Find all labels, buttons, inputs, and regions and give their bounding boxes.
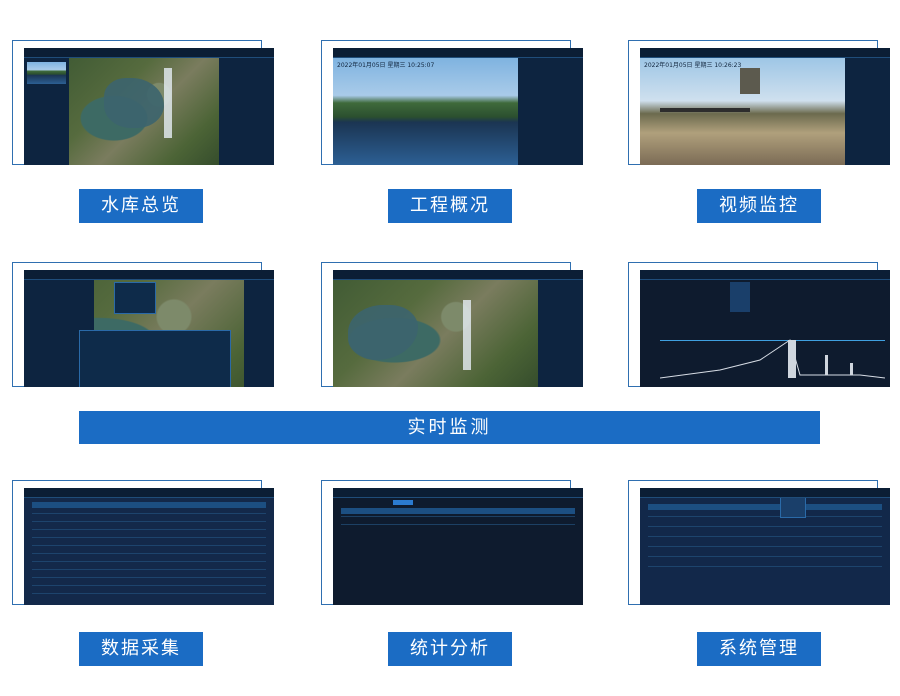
label-data-collection: 数据采集 [79,632,203,666]
label-reservoir-overview: 水库总览 [79,189,203,223]
screenshot-video-monitoring: 2022年01月05日 星期三 10:26:23 [640,48,890,165]
screenshot-system-management [640,488,890,605]
screenshot-project-overview: 2022年01月05日 星期三 10:25:07 [333,48,583,165]
tile-realtime-profile[interactable] [628,262,890,392]
screenshot-statistics [333,488,583,605]
section-banner-realtime-monitoring: 实时监测 [79,411,820,444]
tile-data-collection[interactable] [12,480,274,610]
screenshot-realtime-map-panel [24,270,274,387]
label-project-overview: 工程概况 [388,189,512,223]
screenshot-realtime-map [333,270,583,387]
label-video-monitoring: 视频监控 [697,189,821,223]
tile-project-overview[interactable]: 2022年01月05日 星期三 10:25:07 [321,40,583,170]
screenshot-realtime-profile [640,270,890,387]
tile-system-management[interactable] [628,480,890,610]
label-statistics: 统计分析 [388,632,512,666]
tile-statistics[interactable] [321,480,583,610]
tile-reservoir-overview[interactable] [12,40,274,170]
screenshot-reservoir-overview [24,48,274,165]
tile-realtime-map[interactable] [321,262,583,392]
tile-realtime-map-panel[interactable] [12,262,274,392]
screenshot-data-collection [24,488,274,605]
label-system-management: 系统管理 [697,632,821,666]
tile-video-monitoring[interactable]: 2022年01月05日 星期三 10:26:23 [628,40,890,170]
